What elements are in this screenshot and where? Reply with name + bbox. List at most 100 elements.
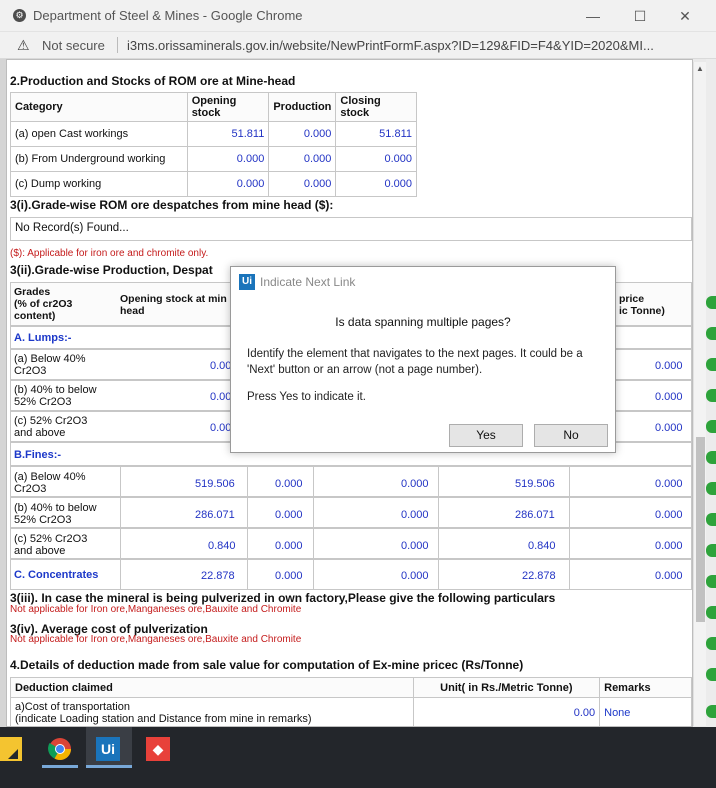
sticky-notes-icon[interactable] bbox=[0, 737, 22, 761]
value-cell: 0.00 bbox=[210, 422, 232, 434]
grades-header: Grades (% of cr2O3 content) bbox=[14, 286, 73, 322]
value-cell: 0.000 bbox=[655, 360, 683, 372]
dialog-instructions-2: Press Yes to indicate it. bbox=[247, 391, 366, 403]
grade-label: (c) 52% Cr2O3 and above bbox=[14, 533, 88, 557]
value-cell: 0.000 bbox=[275, 478, 303, 490]
value-cell: 0.000 bbox=[655, 422, 683, 434]
close-button[interactable]: ✕ bbox=[670, 4, 700, 28]
category-cell: (a) open Cast workings bbox=[10, 121, 188, 147]
table-header: Category bbox=[10, 92, 188, 122]
section-3iii-heading: 3(iii). In case the mineral is being pul… bbox=[10, 591, 556, 605]
lumps-label: A. Lumps:- bbox=[14, 332, 72, 344]
value-cell: 0.000 bbox=[655, 570, 683, 582]
warning-icon[interactable]: ⚠ bbox=[17, 37, 33, 53]
anydesk-icon[interactable]: ◆ bbox=[146, 737, 170, 761]
section-3i-heading: 3(i).Grade-wise ROM ore despatches from … bbox=[10, 198, 334, 212]
maximize-button[interactable]: ☐ bbox=[625, 4, 655, 28]
section-3i-note: ($): Applicable for iron ore and chromit… bbox=[10, 248, 209, 259]
dialog-titlebar[interactable]: Ui Indicate Next Link bbox=[231, 267, 615, 299]
value-cell: 519.506 bbox=[515, 478, 555, 490]
address-bar[interactable]: ⚠ Not secure i3ms.orissaminerals.gov.in/… bbox=[0, 32, 716, 59]
remarks-cell: None bbox=[599, 697, 692, 726]
chrome-icon[interactable] bbox=[48, 737, 72, 761]
green-check-icon bbox=[706, 513, 716, 526]
deduction-table: Deduction claimed Unit( in Rs./Metric To… bbox=[10, 677, 692, 726]
value-cell: 22.878 bbox=[201, 570, 235, 582]
window-title: Department of Steel & Mines - Google Chr… bbox=[33, 8, 303, 23]
url-text[interactable]: i3ms.orissaminerals.gov.in/website/NewPr… bbox=[127, 38, 654, 53]
vertical-scrollbar[interactable]: ▲ bbox=[693, 62, 706, 726]
value-cell: 0.000 bbox=[655, 478, 683, 490]
scroll-up-arrow-icon[interactable]: ▲ bbox=[696, 64, 704, 73]
table-header: Closing stock bbox=[335, 92, 417, 122]
value-cell: 286.071 bbox=[195, 509, 235, 521]
grade-label: (a) Below 40% Cr2O3 bbox=[14, 353, 86, 377]
green-check-icon bbox=[706, 705, 716, 718]
dialog-question: Is data spanning multiple pages? bbox=[335, 315, 511, 329]
uipath-icon[interactable]: Ui bbox=[96, 737, 120, 761]
no-record-box: No Record(s) Found... bbox=[10, 217, 692, 241]
value-cell: 0.000 bbox=[275, 540, 303, 552]
section-2-heading: 2.Production and Stocks of ROM ore at Mi… bbox=[10, 74, 296, 88]
indicate-next-link-dialog: Ui Indicate Next Link Is data spanning m… bbox=[230, 266, 616, 453]
green-check-icon bbox=[706, 637, 716, 650]
category-cell: (c) Dump working bbox=[10, 171, 188, 197]
scrollbar-thumb[interactable] bbox=[696, 437, 705, 622]
table-header: Production bbox=[268, 92, 337, 122]
green-check-icon bbox=[706, 296, 716, 309]
price-header: price ic Tonne) bbox=[619, 293, 665, 317]
not-secure-label[interactable]: Not secure bbox=[42, 38, 105, 53]
chrome-titlebar: ⚙ Department of Steel & Mines - Google C… bbox=[0, 0, 716, 32]
value-cell: 0.000 bbox=[268, 171, 337, 197]
table-row bbox=[10, 497, 692, 528]
dialog-instructions: Identify the element that navigates to t… bbox=[247, 348, 583, 376]
value-cell: 0.000 bbox=[335, 171, 417, 197]
value-cell: 0.000 bbox=[335, 146, 417, 172]
value-cell: 0.00 bbox=[210, 360, 232, 372]
section-3iv-note: Not applicable for Iron ore,Manganeses o… bbox=[10, 634, 302, 645]
value-cell: 0.000 bbox=[186, 171, 270, 197]
green-check-icon bbox=[706, 358, 716, 371]
value-cell: 0.000 bbox=[186, 146, 270, 172]
table-header: Remarks bbox=[599, 677, 692, 698]
opening-stock-header: Opening stock at min head bbox=[120, 293, 227, 317]
green-check-icon bbox=[706, 606, 716, 619]
section-4-heading: 4.Details of deduction made from sale va… bbox=[10, 658, 524, 672]
uipath-active-indicator bbox=[86, 765, 132, 768]
concentrates-label: C. Concentrates bbox=[14, 569, 99, 581]
dialog-title: Indicate Next Link bbox=[260, 275, 356, 289]
background-status-column bbox=[706, 59, 716, 727]
value-cell: 0.000 bbox=[401, 540, 429, 552]
no-button[interactable]: No bbox=[534, 424, 608, 447]
table-row: a)Cost of transportation (indicate Loadi… bbox=[10, 697, 692, 726]
value-cell: 0.000 bbox=[401, 570, 429, 582]
value-cell: 286.071 bbox=[515, 509, 555, 521]
value-cell: 0.840 bbox=[528, 540, 556, 552]
production-stock-table: Category Opening stock Production Closin… bbox=[10, 92, 417, 197]
url-separator bbox=[117, 37, 118, 53]
table-row: (b) From Underground working 0.000 0.000… bbox=[10, 146, 417, 172]
value-cell: 0.000 bbox=[268, 146, 337, 172]
grade-label: (a) Below 40% Cr2O3 bbox=[14, 471, 86, 495]
green-check-icon bbox=[706, 544, 716, 557]
value-cell: 0.000 bbox=[275, 509, 303, 521]
value-cell: 0.000 bbox=[655, 540, 683, 552]
fines-label: B.Fines:- bbox=[14, 449, 62, 461]
green-check-icon bbox=[706, 451, 716, 464]
value-cell: 0.840 bbox=[208, 540, 236, 552]
grade-label: (c) 52% Cr2O3 and above bbox=[14, 415, 88, 439]
table-header: Deduction claimed bbox=[10, 677, 414, 698]
minimize-button[interactable]: — bbox=[578, 4, 608, 28]
value-cell: 0.000 bbox=[275, 570, 303, 582]
grade-label: (b) 40% to below 52% Cr2O3 bbox=[14, 502, 97, 526]
table-row: (a) open Cast workings 51.811 0.000 51.8… bbox=[10, 121, 417, 147]
windows-taskbar: Ui ◆ bbox=[0, 727, 716, 788]
table-header: Unit( in Rs./Metric Tonne) bbox=[412, 677, 601, 698]
concentrates-row bbox=[10, 559, 692, 590]
green-check-icon bbox=[706, 327, 716, 340]
green-check-icon bbox=[706, 420, 716, 433]
value-cell: 0.000 bbox=[655, 509, 683, 521]
deduction-label: a)Cost of transportation (indicate Loadi… bbox=[10, 697, 414, 726]
table-header: Opening stock bbox=[186, 92, 270, 122]
yes-button[interactable]: Yes bbox=[449, 424, 523, 447]
